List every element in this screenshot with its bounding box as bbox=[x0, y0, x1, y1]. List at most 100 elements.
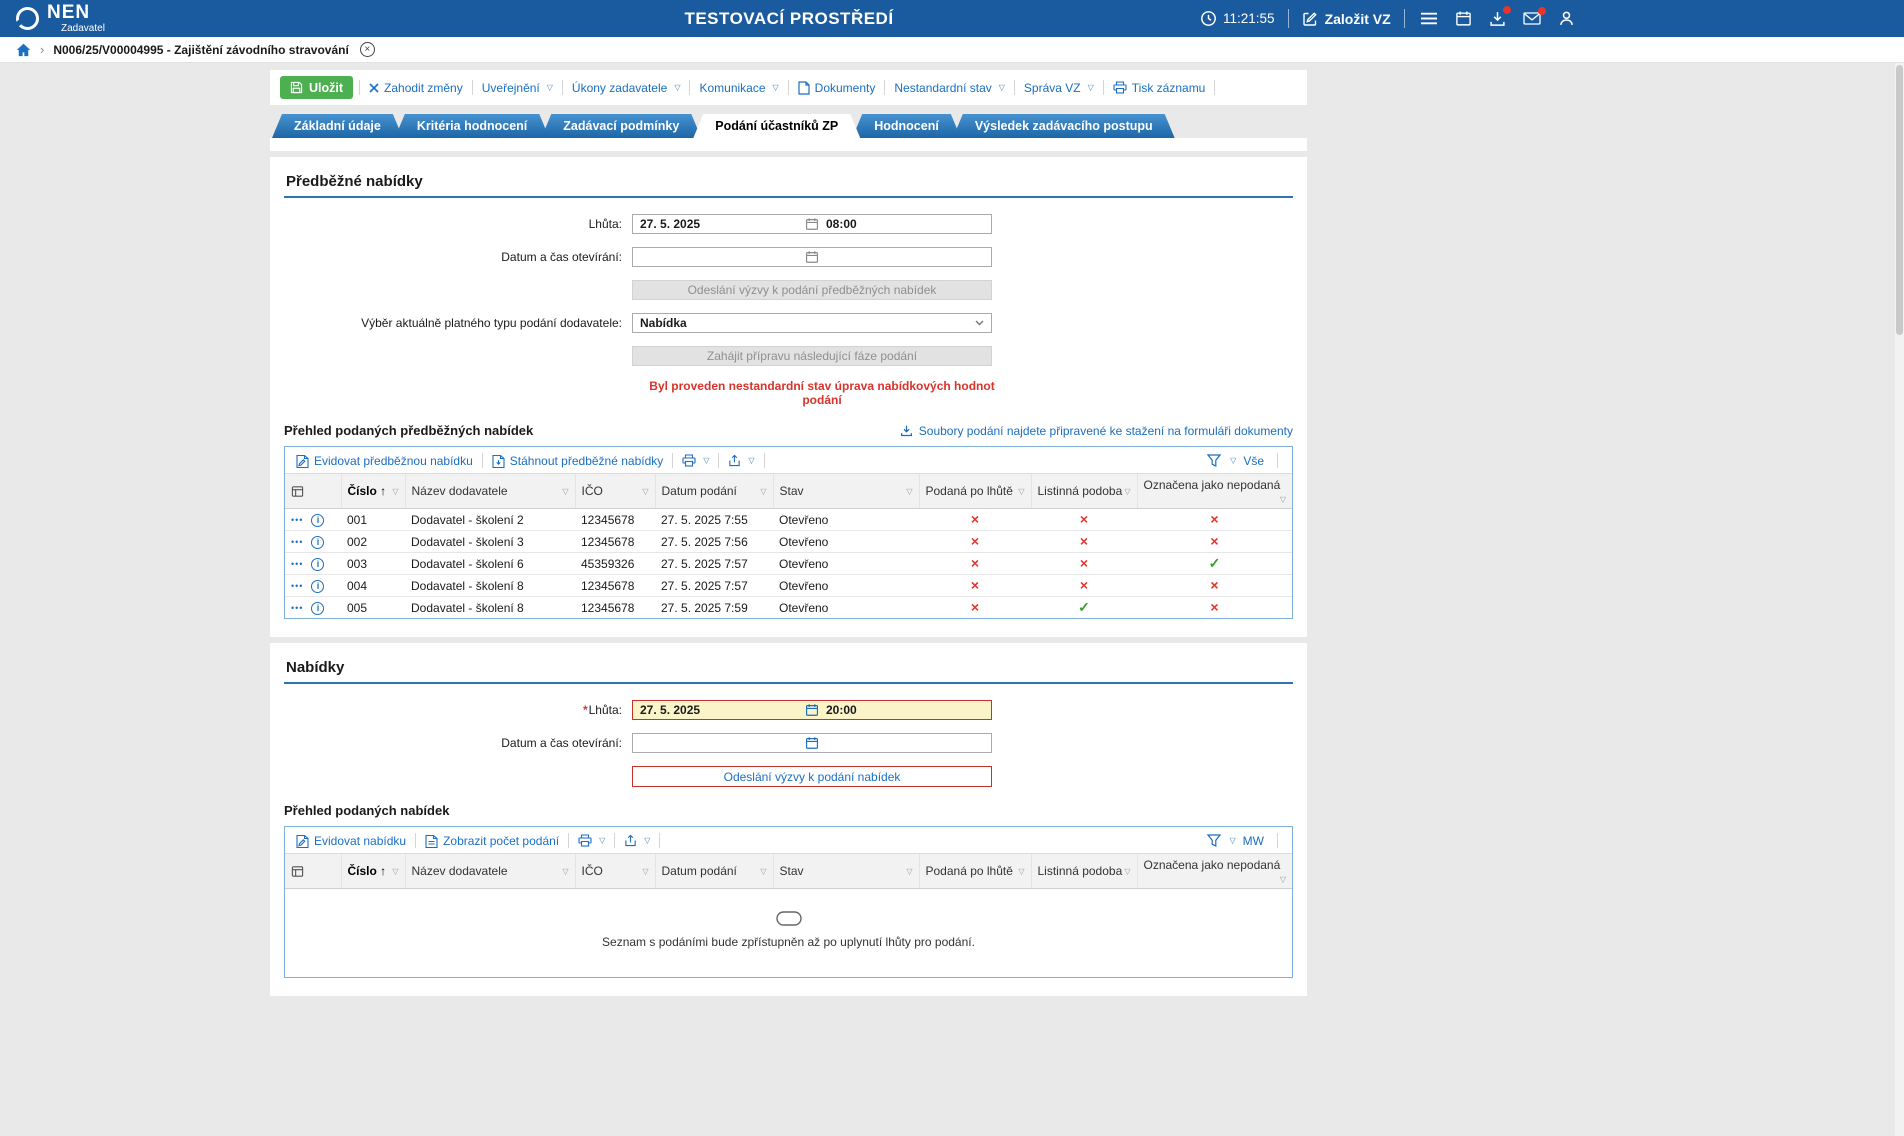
preliminary-deadline-field[interactable]: 27. 5. 2025 08:00 bbox=[632, 214, 992, 234]
download-preliminary-offers-button[interactable]: Stáhnout předběžné nabídky bbox=[489, 454, 666, 468]
table-row[interactable]: •••i001Dodavatel - školení 21234567827. … bbox=[285, 509, 1292, 531]
table-row[interactable]: •••i004Dodavatel - školení 81234567827. … bbox=[285, 575, 1292, 597]
column-header-stav[interactable]: Stav▽ bbox=[773, 474, 919, 509]
home-icon[interactable] bbox=[16, 43, 31, 57]
column-header-cislo[interactable]: Číslo ↑▽ bbox=[341, 854, 405, 889]
tab-hodnoceni[interactable]: Hodnocení bbox=[852, 114, 961, 138]
grid-export-button[interactable]: ▽ bbox=[621, 834, 653, 847]
info-icon[interactable]: i bbox=[311, 580, 324, 593]
info-icon[interactable]: i bbox=[311, 602, 324, 615]
column-header-nazev-dodavatele[interactable]: Název dodavatele▽ bbox=[405, 854, 575, 889]
grid-print-button[interactable]: ▽ bbox=[679, 454, 712, 467]
info-icon[interactable]: i bbox=[311, 536, 324, 549]
table-row[interactable]: •••i005Dodavatel - školení 81234567827. … bbox=[285, 597, 1292, 619]
calendar-icon[interactable] bbox=[805, 703, 819, 717]
show-submission-count-button[interactable]: Zobrazit počet podání bbox=[422, 834, 562, 848]
tab-vysledek-zadavaciho-postupu[interactable]: Výsledek zadávacího postupu bbox=[953, 114, 1175, 138]
calendar-icon[interactable] bbox=[805, 250, 819, 264]
info-icon[interactable]: i bbox=[311, 514, 324, 527]
deadline-date-value[interactable]: 27. 5. 2025 bbox=[633, 217, 805, 231]
table-row[interactable]: •••i002Dodavatel - školení 31234567827. … bbox=[285, 531, 1292, 553]
column-header-listinna-podoba[interactable]: Listinná podoba▽ bbox=[1031, 474, 1137, 509]
next-phase-button[interactable]: Zahájit přípravu následující fáze podání bbox=[632, 346, 992, 366]
save-button[interactable]: Uložit bbox=[280, 76, 353, 99]
send-preliminary-call-button[interactable]: Odeslání výzvy k podání předběžných nabí… bbox=[632, 280, 992, 300]
column-filter-icon[interactable]: ▽ bbox=[392, 867, 398, 876]
menu-button[interactable] bbox=[1418, 9, 1440, 28]
row-menu-icon[interactable]: ••• bbox=[291, 537, 303, 547]
calendar-icon[interactable] bbox=[805, 736, 819, 750]
column-filter-icon[interactable]: ▽ bbox=[1280, 875, 1286, 884]
filter-icon[interactable] bbox=[1207, 834, 1221, 847]
column-filter-icon[interactable]: ▽ bbox=[642, 867, 648, 876]
calendar-button[interactable] bbox=[1453, 8, 1474, 29]
info-icon[interactable]: i bbox=[311, 558, 324, 571]
deadline-date-value[interactable]: 27. 5. 2025 bbox=[633, 703, 805, 717]
deadline-time-value[interactable]: 08:00 bbox=[819, 217, 991, 231]
view-dropdown-icon[interactable]: ▽ bbox=[1230, 456, 1236, 465]
column-filter-icon[interactable]: ▽ bbox=[906, 487, 912, 496]
grid-view-label[interactable]: Vše bbox=[1243, 454, 1264, 468]
column-filter-icon[interactable]: ▽ bbox=[562, 867, 568, 876]
column-filter-icon[interactable]: ▽ bbox=[1124, 487, 1130, 496]
print-record-button[interactable]: Tisk záznamu bbox=[1110, 81, 1209, 95]
documents-download-hint[interactable]: Soubory podání najdete připravené ke sta… bbox=[900, 424, 1293, 438]
register-preliminary-offer-button[interactable]: Evidovat předběžnou nabídku bbox=[293, 454, 476, 468]
breadcrumb-current[interactable]: N006/25/V00004995 - Zajištění závodního … bbox=[53, 43, 348, 57]
grid-view-label[interactable]: MW bbox=[1243, 834, 1264, 848]
column-header-datum-podani[interactable]: Datum podání▽ bbox=[655, 474, 773, 509]
grid-export-button[interactable]: ▽ bbox=[725, 454, 757, 467]
column-filter-icon[interactable]: ▽ bbox=[1018, 487, 1024, 496]
messages-button[interactable] bbox=[1521, 9, 1543, 28]
column-header-nazev-dodavatele[interactable]: Název dodavatele▽ bbox=[405, 474, 575, 509]
column-header-ico[interactable]: IČO▽ bbox=[575, 854, 655, 889]
communication-menu[interactable]: Komunikace ▽ bbox=[696, 81, 781, 95]
column-filter-icon[interactable]: ▽ bbox=[1124, 867, 1130, 876]
column-filter-icon[interactable]: ▽ bbox=[642, 487, 648, 496]
discard-changes-button[interactable]: Zahodit změny bbox=[366, 81, 466, 95]
row-menu-icon[interactable]: ••• bbox=[291, 581, 303, 591]
column-settings-icon[interactable] bbox=[285, 854, 341, 889]
nonstandard-state-menu[interactable]: Nestandardní stav ▽ bbox=[891, 81, 1008, 95]
tab-zadavaci-podminky[interactable]: Zadávací podmínky bbox=[541, 114, 701, 138]
profile-button[interactable] bbox=[1556, 8, 1577, 29]
deadline-time-value[interactable]: 20:00 bbox=[819, 703, 991, 717]
submission-type-select[interactable]: Nabídka bbox=[632, 313, 992, 333]
column-settings-icon[interactable] bbox=[285, 474, 341, 509]
table-row[interactable]: •••i003Dodavatel - školení 64535932627. … bbox=[285, 553, 1292, 575]
row-menu-icon[interactable]: ••• bbox=[291, 603, 303, 613]
send-offers-call-button[interactable]: Odeslání výzvy k podání nabídek bbox=[632, 766, 992, 787]
column-header-listinna-podoba[interactable]: Listinná podoba▽ bbox=[1031, 854, 1137, 889]
column-header-podana-po-lhute[interactable]: Podaná po lhůtě▽ bbox=[919, 854, 1031, 889]
column-header-podana-po-lhute[interactable]: Podaná po lhůtě▽ bbox=[919, 474, 1031, 509]
row-menu-icon[interactable]: ••• bbox=[291, 515, 303, 525]
offers-opening-field[interactable] bbox=[632, 733, 992, 753]
tab-podani-ucastniku-zp[interactable]: Podání účastníků ZP bbox=[693, 114, 860, 138]
calendar-icon[interactable] bbox=[805, 217, 819, 231]
contracting-actions-menu[interactable]: Úkony zadavatele ▽ bbox=[569, 81, 684, 95]
column-header-datum-podani[interactable]: Datum podání▽ bbox=[655, 854, 773, 889]
publish-menu[interactable]: Uveřejnění ▽ bbox=[479, 81, 556, 95]
column-header-oznacena-jako-nepodana[interactable]: Označena jako nepodaná▽ bbox=[1137, 854, 1292, 889]
view-dropdown-icon[interactable]: ▽ bbox=[1230, 836, 1236, 845]
column-filter-icon[interactable]: ▽ bbox=[562, 487, 568, 496]
column-filter-icon[interactable]: ▽ bbox=[760, 867, 766, 876]
offers-deadline-field[interactable]: 27. 5. 2025 20:00 bbox=[632, 700, 992, 720]
tab-kriteria-hodnoceni[interactable]: Kritéria hodnocení bbox=[395, 114, 549, 138]
documents-button[interactable]: Dokumenty bbox=[795, 81, 879, 95]
filter-icon[interactable] bbox=[1207, 454, 1221, 467]
register-offer-button[interactable]: Evidovat nabídku bbox=[293, 834, 409, 848]
column-filter-icon[interactable]: ▽ bbox=[906, 867, 912, 876]
column-header-ico[interactable]: IČO▽ bbox=[575, 474, 655, 509]
scrollbar-thumb[interactable] bbox=[1896, 65, 1903, 335]
column-header-cislo[interactable]: Číslo ↑▽ bbox=[341, 474, 405, 509]
row-menu-icon[interactable]: ••• bbox=[291, 559, 303, 569]
nen-logo[interactable]: NEN Zadavatel bbox=[16, 3, 105, 34]
downloads-button[interactable] bbox=[1487, 8, 1508, 29]
preliminary-opening-field[interactable] bbox=[632, 247, 992, 267]
column-filter-icon[interactable]: ▽ bbox=[1018, 867, 1024, 876]
column-filter-icon[interactable]: ▽ bbox=[1280, 495, 1286, 504]
column-filter-icon[interactable]: ▽ bbox=[392, 487, 398, 496]
column-header-stav[interactable]: Stav▽ bbox=[773, 854, 919, 889]
create-vz-button[interactable]: Založit VZ bbox=[1302, 11, 1391, 27]
